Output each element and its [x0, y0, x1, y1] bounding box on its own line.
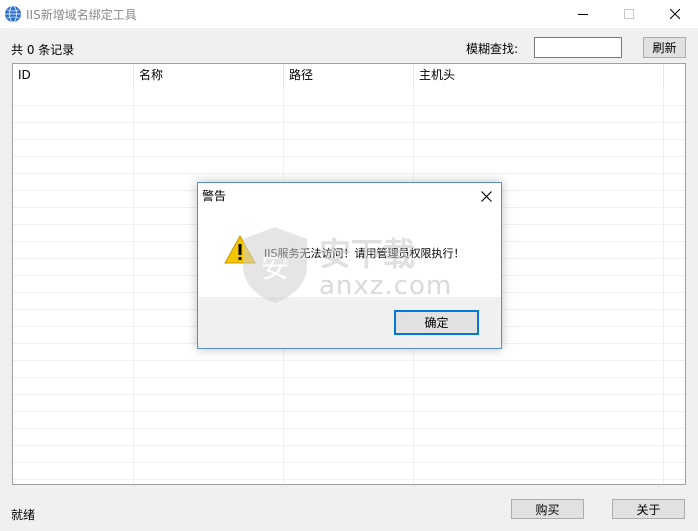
minimize-button[interactable]	[560, 0, 606, 28]
grid-row-line	[13, 360, 685, 361]
grid-row-line	[13, 377, 685, 378]
about-button[interactable]: 关于	[612, 499, 685, 519]
grid-column-line	[133, 88, 134, 484]
dialog-message: IIS服务无法访问！请用管理员权限执行！	[264, 247, 465, 260]
grid-row-line	[13, 479, 685, 480]
column-header-host[interactable]: 主机头	[414, 64, 664, 88]
grid-row-line	[13, 173, 685, 174]
column-header-name[interactable]: 名称	[134, 64, 284, 88]
warning-dialog: 警告 IIS服务无法访问！请用管理员权限执行！ 确定	[197, 182, 502, 349]
warning-icon	[224, 235, 256, 264]
search-input[interactable]	[534, 37, 622, 58]
grid-row-line	[13, 462, 685, 463]
close-window-button[interactable]	[652, 0, 698, 28]
buy-button[interactable]: 购买	[511, 499, 584, 519]
record-count: 共 0 条记录	[11, 43, 75, 57]
grid-row-line	[13, 139, 685, 140]
maximize-icon	[624, 9, 634, 19]
grid-row-line	[13, 445, 685, 446]
search-label: 模糊查找:	[466, 42, 519, 56]
grid-row-line	[13, 156, 685, 157]
globe-icon	[5, 5, 21, 23]
grid-row-line	[13, 394, 685, 395]
maximize-button[interactable]	[606, 0, 652, 28]
column-header-id[interactable]: ID	[13, 64, 134, 88]
status-text: 就绪	[11, 508, 36, 522]
grid-column-line	[663, 88, 664, 484]
refresh-button[interactable]: 刷新	[643, 37, 686, 58]
minimize-icon	[578, 14, 588, 15]
window-title: IIS新增域名绑定工具	[26, 8, 137, 22]
close-icon	[480, 190, 492, 202]
ok-button[interactable]: 确定	[394, 310, 479, 335]
close-icon	[670, 9, 680, 19]
grid-row-line	[13, 105, 685, 106]
grid-row-line	[13, 411, 685, 412]
dialog-body: IIS服务无法访问！请用管理员权限执行！	[198, 209, 501, 297]
column-header-path[interactable]: 路径	[284, 64, 414, 88]
main-window: IIS新增域名绑定工具 共 0 条记录 模糊查找: 刷新 ID 名称 路径 主机…	[0, 0, 698, 531]
grid-row-line	[13, 428, 685, 429]
dialog-close-button[interactable]	[473, 185, 499, 207]
grid-row-line	[13, 122, 685, 123]
dialog-title: 警告	[202, 189, 227, 203]
table-header: ID 名称 路径 主机头	[13, 64, 685, 88]
title-bar[interactable]: IIS新增域名绑定工具	[0, 0, 698, 28]
dialog-footer: 确定	[198, 297, 501, 348]
